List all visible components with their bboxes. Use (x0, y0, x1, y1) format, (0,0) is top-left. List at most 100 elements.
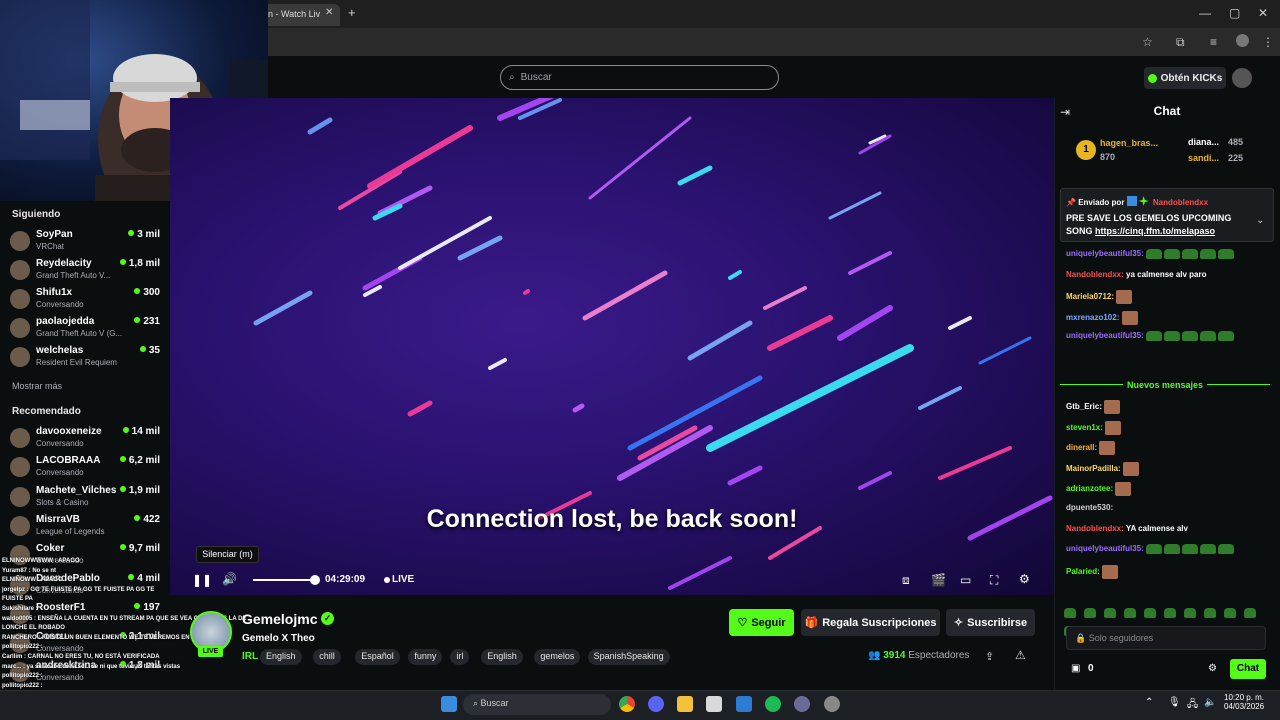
volume-icon[interactable]: 🔊 (222, 572, 237, 586)
chat-username[interactable]: Mariela0712: (1066, 292, 1114, 301)
show-more-link[interactable]: Mostrar más (0, 381, 62, 391)
reading-list-icon[interactable]: ≡ (1210, 35, 1217, 49)
get-kicks-button[interactable]: Obtén KICKs (1144, 67, 1226, 89)
chat-input[interactable]: 🔒 Solo seguidores (1066, 626, 1266, 650)
app-icon[interactable] (794, 696, 810, 712)
sidebar-channel[interactable]: Machete_Vilches Slots & Casino 1,9 mil (10, 485, 160, 513)
taskbar-search[interactable]: ⌕ Buscar (463, 694, 611, 715)
speaker-icon[interactable]: 🔈 (1204, 697, 1216, 708)
tag-chip[interactable]: English (481, 649, 523, 665)
follow-button[interactable]: ♡ Seguir (729, 609, 794, 636)
profile-icon[interactable] (1236, 34, 1249, 47)
sidebar-channel[interactable]: MisrraVB League of Legends 422 (10, 514, 160, 542)
discord-icon[interactable] (648, 696, 664, 712)
emote-bar[interactable] (1064, 604, 1274, 636)
chat-username[interactable]: uniquelybeautiful35: (1066, 331, 1144, 340)
file-explorer-icon[interactable] (677, 696, 693, 712)
leaderboard-name[interactable]: hagen_bras... (1100, 138, 1158, 148)
chat-username[interactable]: uniquelybeautiful35: (1066, 544, 1144, 553)
tag-chip[interactable]: SpanishSpeaking (587, 649, 670, 665)
leaderboard-name[interactable]: diana... (1188, 137, 1219, 147)
mail-icon[interactable] (736, 696, 752, 712)
maximize-icon[interactable]: ▢ (1229, 6, 1240, 20)
sidebar-channel[interactable]: LACOBRAAA Conversando 6,2 mil (10, 455, 160, 483)
tag-chip[interactable]: chill (313, 649, 341, 665)
sidebar-channel[interactable]: welchelas Resident Evil Requiem 35 (10, 345, 160, 373)
pause-icon[interactable]: ❚❚ (192, 573, 212, 587)
network-icon[interactable]: 🖧 (1187, 697, 1198, 714)
chat-settings-icon[interactable]: ⚙ (1208, 663, 1217, 674)
chat-username[interactable]: Gtb_Eric: (1066, 402, 1102, 411)
chat-username[interactable]: uniquelybeautiful35: (1066, 249, 1144, 258)
mic-icon[interactable]: 🎙 (1168, 697, 1181, 708)
leaderboard-name[interactable]: sandi... (1188, 153, 1219, 163)
pinned-user[interactable]: Nandoblendxx (1153, 198, 1208, 207)
volume-slider-knob[interactable] (310, 575, 320, 585)
tray-chevron-icon[interactable]: ⌃ (1145, 697, 1153, 708)
volume-slider[interactable] (253, 579, 315, 581)
sidebar-channel[interactable]: paolaojedda Grand Theft Auto V (G... 231 (10, 316, 160, 344)
search-input[interactable]: ⌕ Buscar (500, 65, 779, 90)
chat-username[interactable]: Nandoblendxx: (1066, 524, 1124, 533)
subscribe-button[interactable]: ✧ Suscribirse (946, 609, 1035, 636)
spotify-icon[interactable] (765, 696, 781, 712)
emote-icon[interactable] (1184, 607, 1196, 618)
emote-icon[interactable] (1224, 607, 1236, 618)
chat-message: dpuente530: (1066, 503, 1113, 512)
store-icon[interactable] (706, 696, 722, 712)
tag-chip[interactable]: funny (408, 649, 443, 665)
sidebar-channel[interactable]: Reydelacity Grand Theft Auto V... 1,8 mil (10, 258, 160, 286)
tag-chip[interactable]: gemelos (534, 649, 581, 665)
tag-chip[interactable]: Español (355, 649, 400, 665)
chat-message: uniquelybeautiful35: (1066, 331, 1236, 341)
pinned-link[interactable]: https://cinq.ffm.to/melapaso (1095, 226, 1215, 236)
chat-username[interactable]: steven1x: (1066, 423, 1103, 432)
user-avatar[interactable] (1232, 68, 1252, 88)
clip-icon[interactable]: 🎬 (931, 573, 946, 587)
emote-icon[interactable] (1104, 607, 1116, 618)
windows-start-icon[interactable] (441, 696, 457, 712)
sidebar-channel[interactable]: SoyPan VRChat 3 mil (10, 229, 160, 257)
chat-send-button[interactable]: Chat (1230, 659, 1266, 679)
close-window-icon[interactable]: ✕ (1258, 6, 1268, 20)
chat-username[interactable]: dinerall: (1066, 443, 1097, 452)
chat-username[interactable]: mxrenazo102: (1066, 313, 1119, 322)
system-clock[interactable]: 10:20 p. m. 04/03/2026 (1224, 693, 1264, 711)
emote-icon[interactable] (1204, 607, 1216, 618)
sidebar-channel[interactable]: davooxeneize Conversando 14 mil (10, 426, 160, 454)
new-tab-icon[interactable]: + (348, 5, 356, 20)
close-tab-icon[interactable]: ✕ (325, 7, 333, 18)
extensions-icon[interactable]: ⧉ (1176, 35, 1185, 50)
chrome-icon[interactable] (619, 696, 635, 712)
emote-icon[interactable] (1124, 607, 1136, 618)
chat-username[interactable]: Nandoblendxx: (1066, 270, 1124, 279)
tag-chip[interactable]: irl (450, 649, 470, 665)
chat-username[interactable]: adrianzotee: (1066, 485, 1113, 494)
miniplayer-icon[interactable]: ⧈ (902, 573, 910, 588)
emote-icon[interactable] (1164, 607, 1176, 618)
share-icon[interactable]: ⇪ (985, 650, 994, 663)
settings-gear-icon[interactable]: ⚙ (1019, 572, 1030, 586)
chat-username[interactable]: MainorPadilla: (1066, 464, 1121, 473)
theater-mode-icon[interactable]: ▭ (960, 573, 971, 587)
chat-username[interactable]: Palaried: (1066, 567, 1100, 576)
emote-icon[interactable] (1244, 607, 1256, 618)
obs-icon[interactable] (824, 696, 840, 712)
fullscreen-icon[interactable]: ⛶ (990, 573, 998, 588)
points-icon[interactable]: ▣ (1071, 663, 1080, 674)
gift-subs-button[interactable]: 🎁 Regala Suscripciones (801, 609, 940, 636)
chat-username[interactable]: dpuente530: (1066, 503, 1113, 512)
report-icon[interactable]: ⚠ (1015, 648, 1026, 662)
tag-chip[interactable]: English (260, 649, 302, 665)
menu-dots-icon[interactable]: ⋮ (1262, 35, 1274, 49)
minimize-icon[interactable]: — (1199, 6, 1211, 20)
stream-category[interactable]: IRL (242, 651, 258, 662)
sidebar-channel[interactable]: Shifu1x Conversando 300 (10, 287, 160, 315)
emote-icon[interactable] (1144, 607, 1156, 618)
chevron-down-icon[interactable]: ⌄ (1256, 215, 1264, 226)
emote-icon[interactable] (1084, 607, 1096, 618)
channel-name[interactable]: Gemelojmc (242, 611, 317, 627)
emote-icon[interactable] (1064, 607, 1076, 618)
bookmark-star-icon[interactable]: ☆ (1142, 35, 1153, 49)
rank-badge: 1 (1076, 140, 1096, 160)
